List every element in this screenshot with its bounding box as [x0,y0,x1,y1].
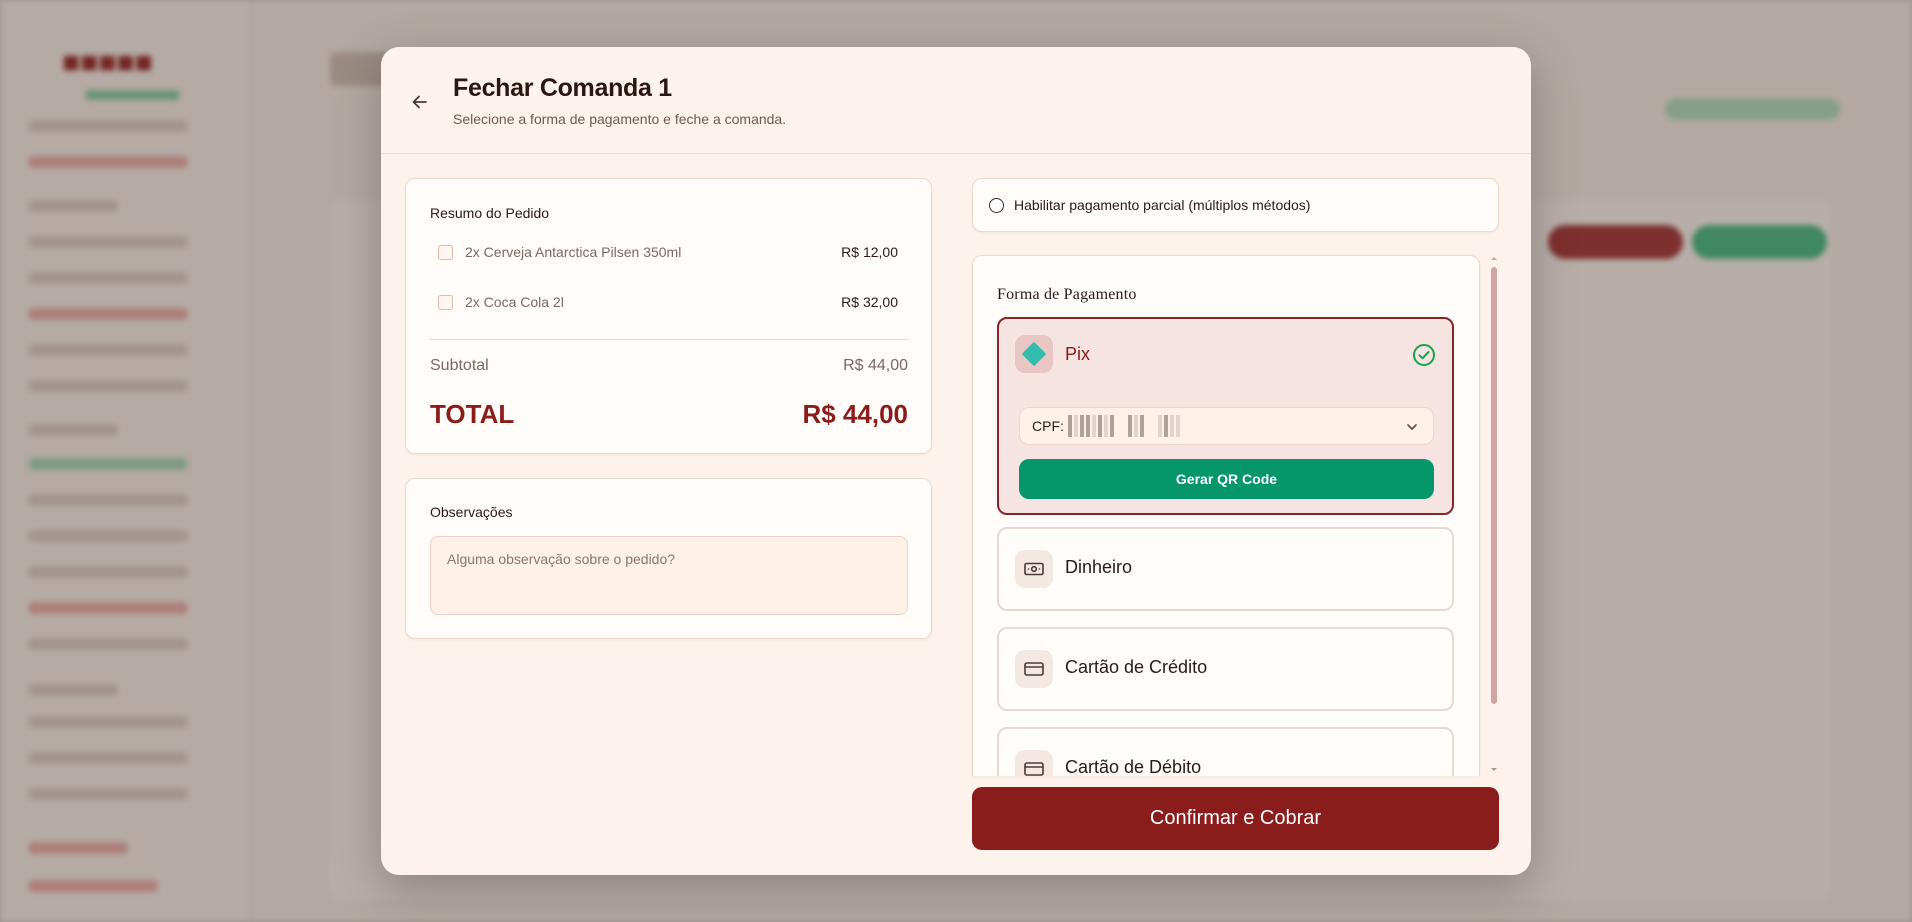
scroll-down-icon[interactable] [1490,767,1498,773]
back-button[interactable] [403,85,437,119]
confirm-charge-button[interactable]: Confirmar e Cobrar [972,787,1499,850]
order-item-row: 2x Coca Cola 2l R$ 32,00 [438,290,898,314]
cpf-redacted-value [1067,415,1180,437]
scroll-up-icon[interactable] [1490,255,1498,261]
credit-card-icon [1015,650,1053,688]
observations-title: Observações [430,504,513,520]
total-label: TOTAL [430,399,515,429]
debit-card-icon [1015,750,1053,776]
payment-scrollbar[interactable] [1488,255,1500,775]
cpf-select[interactable]: CPF: [1019,407,1434,445]
scroll-thumb[interactable] [1491,267,1497,704]
partial-payment-toggle[interactable]: Habilitar pagamento parcial (múltiplos m… [972,178,1499,232]
modal-header: Fechar Comanda 1 Selecione a forma de pa… [381,47,1531,154]
arrow-left-icon [412,95,427,109]
modal-title: Fechar Comanda 1 [453,74,672,102]
total-row: TOTAL R$ 44,00 [430,399,908,430]
cash-icon [1015,550,1053,588]
payment-method-cash[interactable]: Dinheiro [997,527,1454,611]
payment-method-label: Cartão de Débito [1065,757,1202,776]
total-value: R$ 44,00 [802,399,908,429]
item-checkbox[interactable] [438,294,453,310]
item-checkbox[interactable] [438,244,453,260]
payment-method-label: Cartão de Crédito [1065,657,1208,677]
payment-method-debit-card[interactable]: Cartão de Débito [997,727,1454,776]
chevron-down-icon [1407,424,1417,430]
payment-method-label: Pix [1065,344,1091,364]
generate-qr-button[interactable]: Gerar QR Code [1019,459,1434,499]
order-summary-card: Resumo do Pedido 2x Cerveja Antarctica P… [405,178,932,454]
cpf-label: CPF: [1032,418,1064,434]
item-price: R$ 32,00 [841,294,898,310]
payment-title: Forma de Pagamento [997,286,1137,303]
partial-payment-label: Habilitar pagamento parcial (múltiplos m… [1014,197,1311,213]
item-name: 2x Cerveja Antarctica Pilsen 350ml [465,244,682,260]
payment-method-label: Dinheiro [1065,557,1133,577]
subtotal-value: R$ 44,00 [843,357,908,374]
payment-method-credit-card[interactable]: Cartão de Crédito [997,627,1454,711]
modal-subtitle: Selecione a forma de pagamento e feche a… [453,111,787,127]
observations-input[interactable] [430,536,908,615]
subtotal-label: Subtotal [430,357,489,374]
subtotal-row: Subtotal R$ 44,00 [430,357,908,375]
check-circle-icon [1413,344,1435,366]
summary-divider [430,339,908,340]
payment-method-pix[interactable]: Pix CPF: Gerar QR Code [997,317,1454,515]
payment-methods-panel: Forma de Pagamento Pix CPF: Gerar QR Cod… [972,255,1480,776]
order-item-row: 2x Cerveja Antarctica Pilsen 350ml R$ 12… [438,240,898,264]
partial-payment-radio[interactable] [989,197,1004,213]
item-name: 2x Coca Cola 2l [465,294,564,310]
item-price: R$ 12,00 [841,244,898,260]
order-summary-title: Resumo do Pedido [430,205,550,221]
close-tab-modal: Fechar Comanda 1 Selecione a forma de pa… [381,47,1531,875]
pix-icon [1015,335,1053,373]
observations-card: Observações [405,478,932,639]
